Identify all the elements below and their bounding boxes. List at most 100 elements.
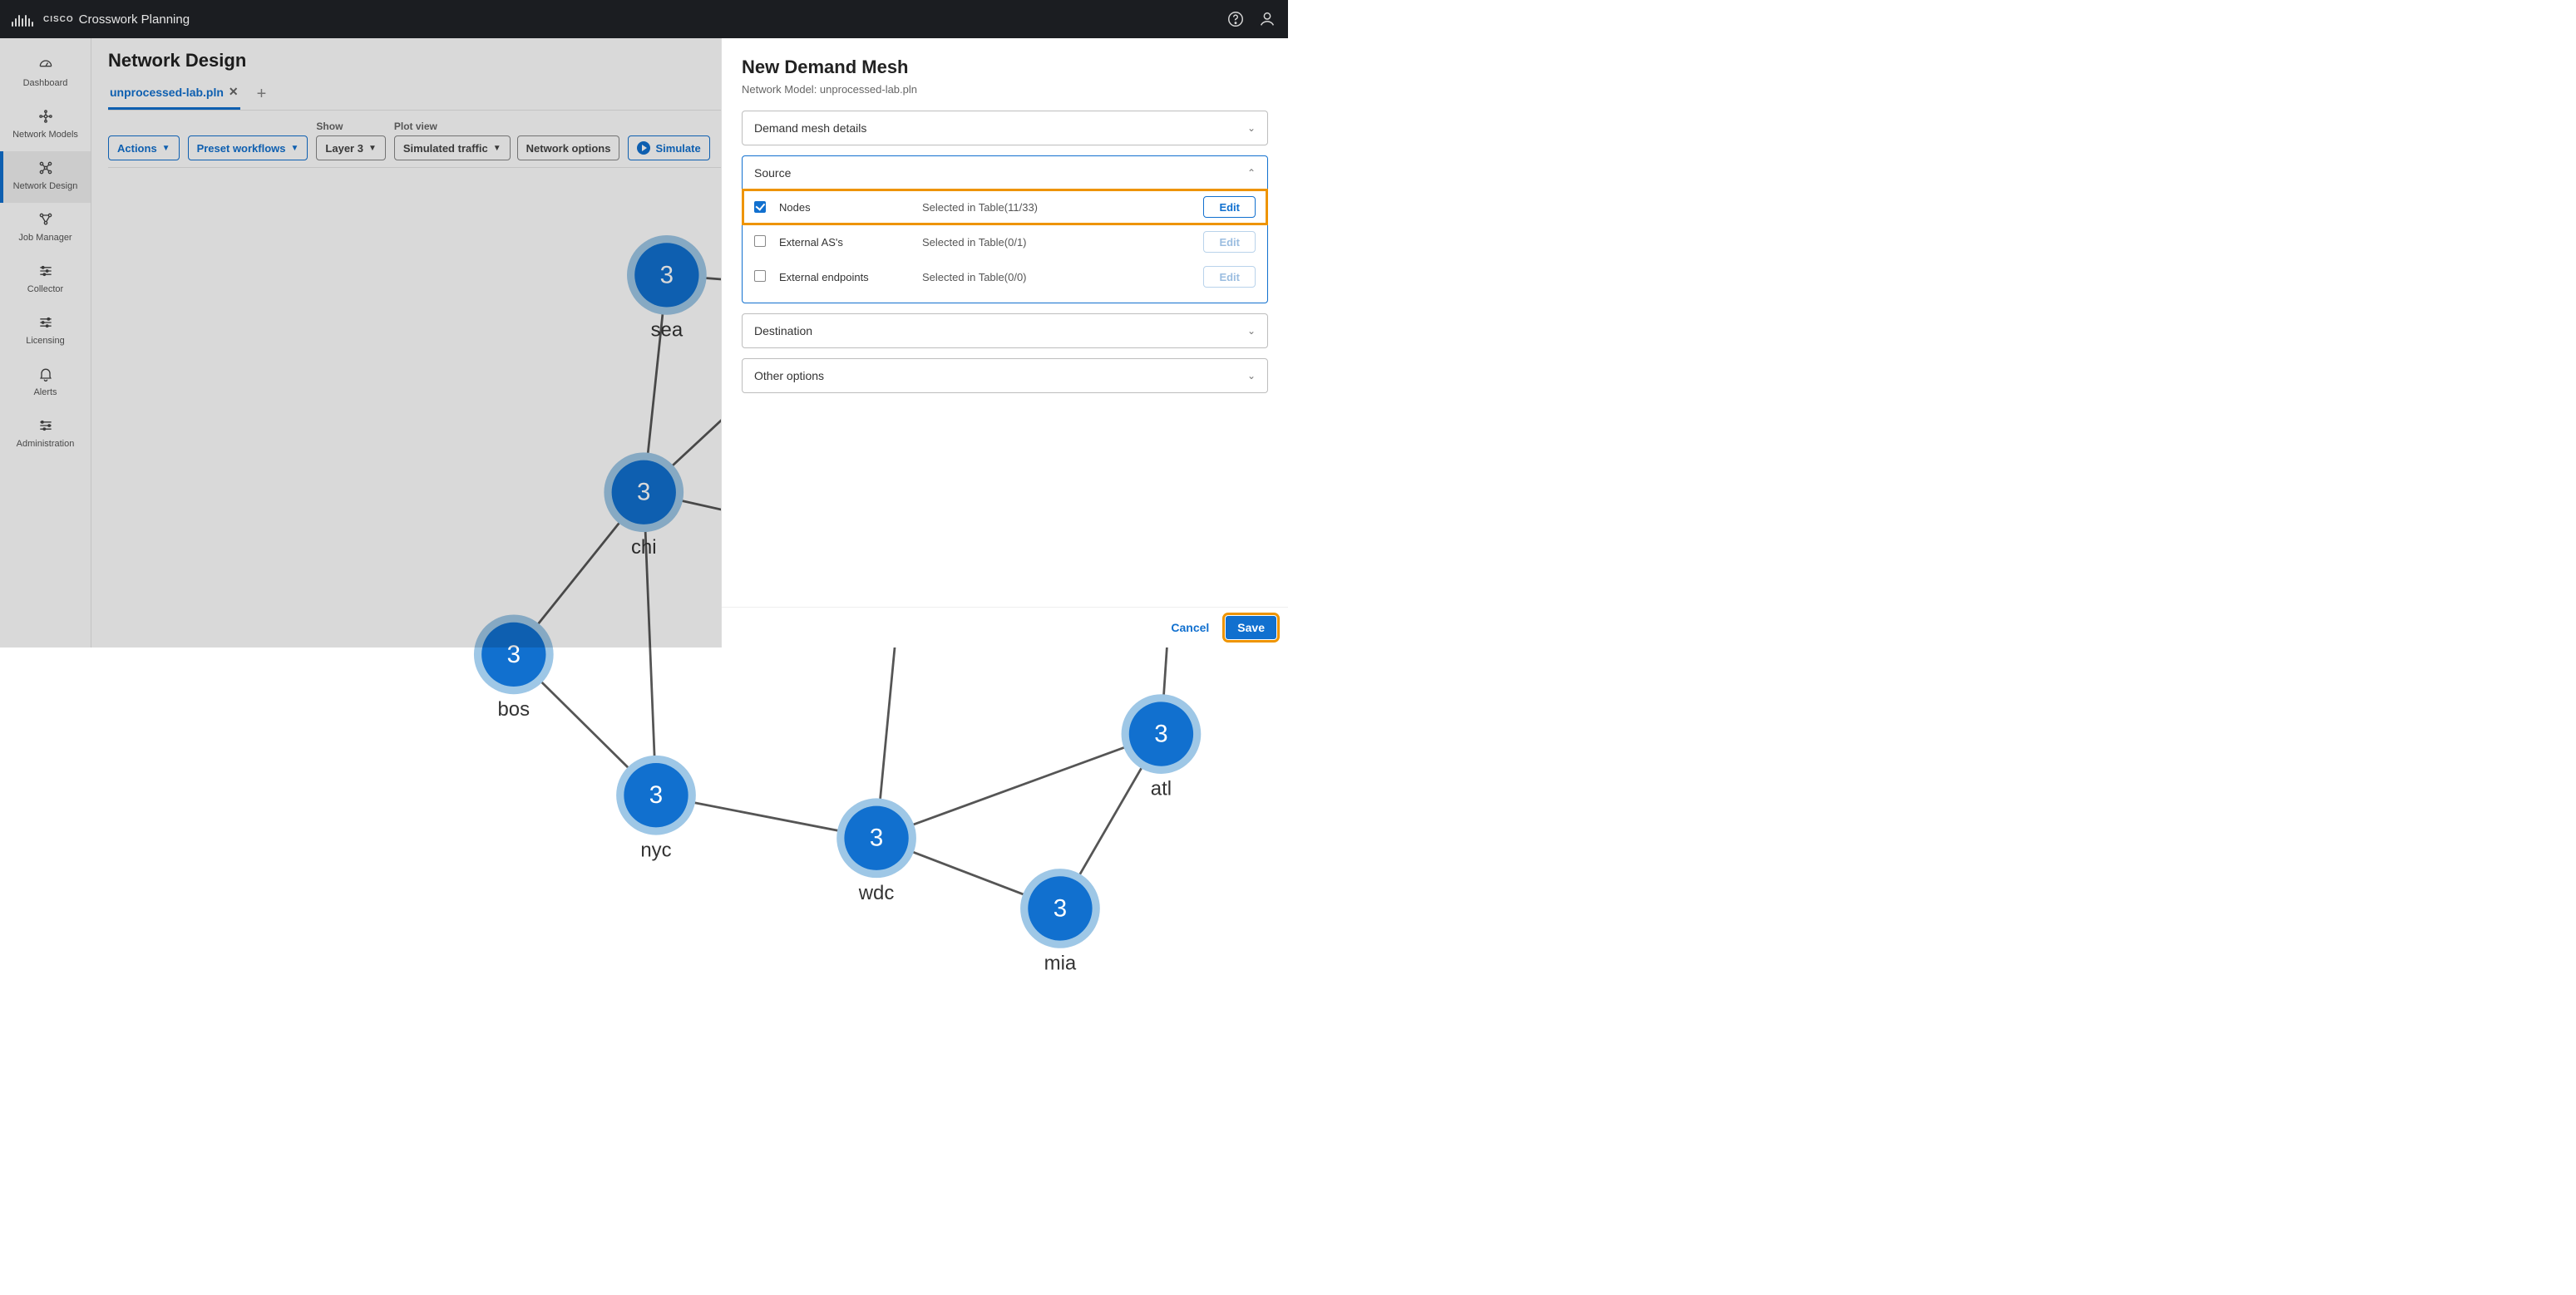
svg-text:3: 3: [507, 641, 521, 668]
source-status: Selected in Table(0/0): [922, 271, 1193, 283]
cisco-logo: [12, 12, 33, 27]
administration-icon: [37, 417, 54, 434]
network-models-icon: [37, 108, 54, 125]
user-icon[interactable]: [1258, 10, 1276, 28]
app-title: Crosswork Planning: [79, 12, 190, 27]
panel-title: New Demand Mesh: [742, 57, 1268, 78]
svg-text:wdc: wdc: [858, 882, 895, 904]
chevron-down-icon: ⌄: [1247, 325, 1256, 337]
source-label: External AS's: [779, 236, 912, 249]
accordion-source[interactable]: Source ⌃ Nodes Selected in Table(11/33) Ed…: [742, 155, 1268, 303]
source-checkbox[interactable]: [754, 235, 766, 247]
source-checkbox[interactable]: [754, 270, 766, 282]
network-design-icon: [37, 160, 54, 176]
topology-node-wdc[interactable]: 3 wdc: [836, 798, 916, 904]
source-row-external-as-s: External AS's Selected in Table(0/1) Edit: [743, 224, 1267, 259]
tab-add-button[interactable]: +: [250, 85, 274, 104]
source-status: Selected in Table(0/1): [922, 236, 1193, 249]
svg-text:nyc: nyc: [640, 839, 671, 861]
svg-text:3: 3: [1154, 721, 1167, 748]
source-label: Nodes: [779, 201, 912, 214]
topology-node-nyc[interactable]: 3 nyc: [616, 756, 696, 861]
save-button[interactable]: Save: [1226, 616, 1276, 639]
sidebar-item-dashboard[interactable]: Dashboard: [0, 48, 91, 100]
job-manager-icon: [37, 211, 54, 228]
sidebar-item-licensing[interactable]: Licensing: [0, 306, 91, 357]
sidebar-item-collector[interactable]: Collector: [0, 254, 91, 306]
accordion-destination[interactable]: Destination ⌄: [742, 313, 1268, 348]
sidebar-label: Licensing: [26, 336, 64, 346]
button-label: Network options: [526, 142, 611, 155]
accordion-other-options[interactable]: Other options ⌄: [742, 358, 1268, 393]
play-icon: [637, 141, 650, 155]
accordion-demand-mesh-details[interactable]: Demand mesh details ⌄: [742, 111, 1268, 145]
svg-text:3: 3: [870, 825, 883, 852]
source-edit-button: Edit: [1203, 266, 1256, 288]
svg-text:3: 3: [1054, 894, 1067, 922]
button-label: Simulate: [655, 142, 700, 155]
source-edit-button[interactable]: Edit: [1203, 196, 1256, 218]
chevron-down-icon: ⌄: [1247, 122, 1256, 134]
topology-node-mia[interactable]: 3 mia: [1020, 869, 1100, 974]
cisco-wordmark: CISCO: [43, 15, 74, 24]
sidebar-item-administration[interactable]: Administration: [0, 409, 91, 460]
source-status: Selected in Table(11/33): [922, 201, 1193, 214]
button-label: Actions: [117, 142, 157, 155]
source-row-external-endpoints: External endpoints Selected in Table(0/0)…: [743, 259, 1267, 294]
button-label: Preset workflows: [197, 142, 286, 155]
side-panel-new-demand-mesh: New Demand Mesh Network Model: unprocess…: [721, 38, 1288, 648]
plot-view-label: Plot view: [394, 121, 620, 132]
layer-dropdown[interactable]: Layer 3 ▼: [316, 135, 385, 160]
svg-text:atl: atl: [1151, 778, 1172, 800]
help-icon[interactable]: [1226, 10, 1245, 28]
accordion-label: Other options: [754, 369, 824, 382]
sidebar-label: Alerts: [33, 387, 57, 397]
svg-text:sea: sea: [651, 318, 683, 341]
topology-node-sea[interactable]: 3 sea: [627, 235, 707, 341]
tab-file[interactable]: unprocessed-lab.pln ✕: [108, 78, 240, 110]
svg-text:3: 3: [637, 479, 650, 506]
topology-node-chi[interactable]: 3chi: [604, 452, 683, 558]
top-header: CISCO Crosswork Planning: [0, 0, 1288, 38]
sidebar-label: Network Design: [13, 181, 78, 191]
chevron-up-icon: ⌃: [1247, 167, 1256, 179]
source-row-nodes: Nodes Selected in Table(11/33) Edit: [743, 190, 1267, 224]
sidebar-item-network-design[interactable]: Network Design: [0, 151, 91, 203]
chevron-down-icon: ▼: [493, 144, 501, 153]
sidebar-item-job-manager[interactable]: Job Manager: [0, 203, 91, 254]
chevron-down-icon: ▼: [291, 144, 299, 153]
chevron-down-icon: ⌄: [1247, 370, 1256, 382]
topology-node-bos[interactable]: 3bos: [474, 615, 554, 721]
source-checkbox[interactable]: [754, 201, 766, 213]
licensing-icon: [37, 314, 54, 331]
sidebar-label: Administration: [17, 439, 75, 449]
chevron-down-icon: ▼: [162, 144, 170, 153]
alerts-icon: [37, 366, 54, 382]
chevron-down-icon: ▼: [368, 144, 377, 153]
accordion-label: Destination: [754, 324, 812, 337]
svg-text:mia: mia: [1044, 953, 1077, 975]
source-label: External endpoints: [779, 271, 912, 283]
topology-edge: [876, 734, 1161, 838]
panel-footer: Cancel Save: [722, 607, 1288, 648]
svg-text:3: 3: [660, 261, 674, 288]
preset-workflows-dropdown[interactable]: Preset workflows ▼: [188, 135, 308, 160]
cancel-button[interactable]: Cancel: [1164, 616, 1216, 639]
sidebar-label: Job Manager: [18, 233, 72, 243]
sidebar-label: Dashboard: [23, 78, 68, 88]
accordion-label: Demand mesh details: [754, 121, 866, 135]
source-edit-button: Edit: [1203, 231, 1256, 253]
panel-subtitle: Network Model: unprocessed-lab.pln: [742, 83, 1268, 96]
tab-close-icon[interactable]: ✕: [229, 85, 239, 99]
sidebar-label: Network Models: [12, 130, 78, 140]
actions-dropdown[interactable]: Actions ▼: [108, 135, 180, 160]
simulated-traffic-dropdown[interactable]: Simulated traffic▼: [394, 135, 511, 160]
sidebar-item-alerts[interactable]: Alerts: [0, 357, 91, 409]
dashboard-icon: [37, 57, 54, 73]
button-label: Layer 3: [325, 142, 363, 155]
simulate-button[interactable]: Simulate: [628, 135, 709, 160]
network-options-button[interactable]: Network options: [517, 135, 620, 160]
svg-text:3: 3: [649, 781, 663, 809]
accordion-label: Source: [754, 166, 791, 180]
sidebar-item-network-models[interactable]: Network Models: [0, 100, 91, 151]
